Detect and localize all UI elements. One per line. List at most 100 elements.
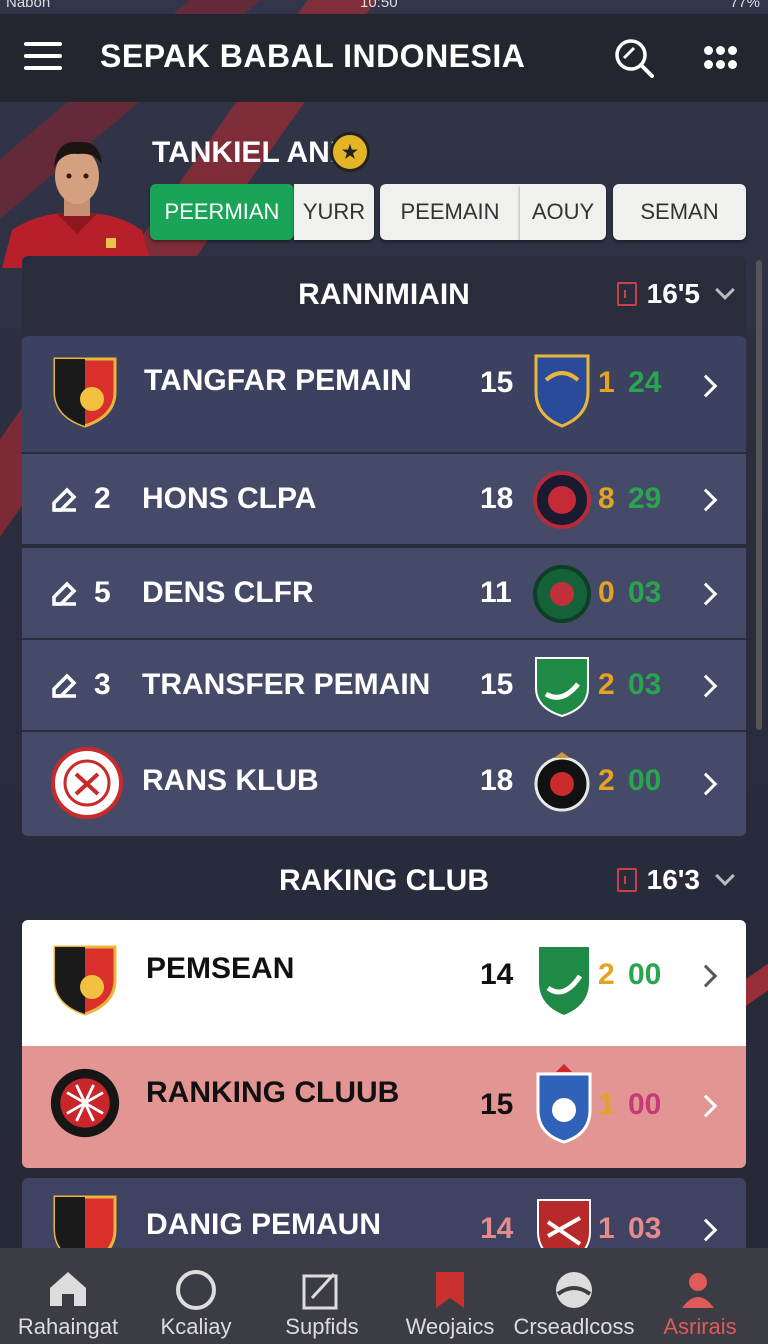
profile-icon [682,1273,714,1308]
opponent-crest-icon [537,1199,591,1248]
score-home: 1 [598,1088,615,1121]
section-meta[interactable]: 16'5 [616,278,735,310]
row-number: 14 [480,1212,514,1245]
edit-icon[interactable] [50,670,80,700]
row-name: TRANSFER PEMAIN [142,668,431,701]
chevron-right-icon[interactable] [694,488,718,512]
edit-icon[interactable] [50,578,80,608]
nav-label: Weojaics [405,1314,495,1339]
club-ranking-header: RAKING CLUB 16'3 [22,842,746,918]
row-number: 11 [480,576,512,609]
score-home: 0 [598,576,615,609]
club-crest-icon [53,945,117,1016]
list-item[interactable]: 2 HONS CLPA 18 8 29 [22,452,746,544]
opponent-crest-icon [537,945,591,1018]
ball-icon [556,1272,592,1308]
edit-board-icon [302,1272,338,1310]
row-number: 18 [480,482,514,515]
compass-icon [176,1270,216,1310]
list-item[interactable]: RANS KLUB 18 2 00 [22,730,746,836]
score-away: 00 [628,958,662,991]
score-away: 03 [628,576,662,609]
tab-peermian[interactable]: PEERMIAN [150,184,294,240]
tab-peemain[interactable]: PEEMAIN [380,184,520,240]
opponent-crest-icon [534,752,590,812]
club-crest-icon [51,747,123,819]
chevron-right-icon[interactable] [694,674,718,698]
nav-item-supfids[interactable]: Supfids [258,1248,386,1344]
row-number: 18 [480,764,514,797]
club-crest-icon [53,357,117,428]
section-meta-value: 16'3 [646,864,700,895]
row-rank: 2 [50,482,111,516]
battery-label: 77% [729,0,760,11]
chevron-right-icon[interactable] [694,582,718,606]
list-item[interactable]: 3 TRANSFER PEMAIN 15 2 03 [22,638,746,730]
chevron-down-icon[interactable] [715,280,735,300]
clock: 10:50 [360,0,398,11]
row-number: 15 [480,1088,514,1121]
score-home: 1 [598,366,615,399]
bottom-navigation: Rahaingat Kcaliay Supfids Weojaics Crsea… [0,1248,768,1344]
tab-yurr[interactable]: YURR [294,184,374,240]
opponent-crest-icon [533,471,591,529]
rank-number: 5 [94,576,111,609]
player-avatar[interactable] [2,118,152,268]
score-home: 2 [598,668,615,701]
score-away: 29 [628,482,662,515]
list-item[interactable]: PEMSEAN 14 2 00 [22,920,746,1046]
nav-label: Asrirais [663,1314,737,1339]
scrollbar[interactable] [756,260,762,730]
flag-icon [436,1272,464,1308]
nav-label: Rahaingat [17,1314,119,1339]
list-item[interactable]: 5 DENS CLFR 11 0 03 [22,546,746,638]
row-number: 15 [480,366,514,399]
player-ranking-panel: RANNMIAIN 16'5 TANGFAR PEMAIN 15 1 24 2 … [22,256,746,838]
menu-icon[interactable] [24,42,62,70]
nav-item-kcaliay[interactable]: Kcaliay [132,1248,260,1344]
list-item[interactable]: DANIG PEMAUN 14 1 03 [22,1178,746,1248]
section-meta[interactable]: 16'3 [616,864,735,896]
nav-label: Supfids [285,1314,359,1339]
score-home: 2 [598,958,615,991]
row-rank: 5 [50,576,111,610]
app-bar: SEPAK BABAL INDONESIA [0,14,768,102]
score-home: 1 [598,1212,615,1245]
section-header: RANNMIAIN 16'5 [22,256,746,332]
score-home: 8 [598,482,615,515]
nav-item-asrirais[interactable]: Asrirais [636,1248,764,1344]
nav-label: Crseadlcoss [513,1314,635,1339]
club-crest-icon [50,1068,120,1138]
score-away: 03 [628,1212,662,1245]
nav-item-weojaics[interactable]: Weojaics [386,1248,514,1344]
club-crest-icon [53,1195,117,1248]
search-icon[interactable] [612,36,656,80]
opponent-crest-icon [535,657,589,718]
nav-label: Kcaliay [160,1314,232,1339]
edit-icon[interactable] [50,484,80,514]
chevron-right-icon[interactable] [694,964,718,988]
opponent-crest-icon [536,1064,592,1144]
row-name: DANIG PEMAUN [146,1208,382,1241]
calendar-icon [616,868,637,892]
chevron-down-icon[interactable] [715,866,735,886]
list-item[interactable]: TANGFAR PEMAIN 15 1 24 [22,334,746,452]
chevron-right-icon[interactable] [694,374,718,398]
tab-seman[interactable]: SEMAN [613,184,746,240]
apps-grid-icon[interactable] [698,36,742,80]
nav-item-rahaingat[interactable]: Rahaingat [4,1248,132,1344]
list-item[interactable]: RANKING CLUUB 15 1 00 [22,1046,746,1168]
chevron-right-icon[interactable] [694,1094,718,1118]
nav-item-crseadlcoss[interactable]: Crseadlcoss [510,1248,638,1344]
rank-number: 3 [94,668,111,701]
opponent-crest-icon [534,354,590,428]
chevron-right-icon[interactable] [694,772,718,796]
calendar-icon [616,282,637,306]
tab-aouy[interactable]: AOUY [520,184,606,240]
row-rank: 3 [50,668,111,702]
chevron-right-icon[interactable] [694,1218,718,1242]
score-away: 03 [628,668,662,701]
row-name: TANGFAR PEMAIN [144,364,412,397]
section-meta-value: 16'5 [646,278,700,309]
row-number: 14 [480,958,514,991]
